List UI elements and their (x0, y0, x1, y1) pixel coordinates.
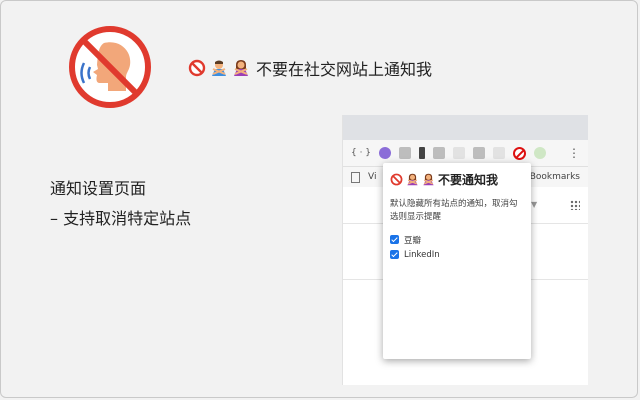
extension-icon[interactable] (453, 147, 466, 159)
extension-icon[interactable] (493, 147, 506, 159)
person-gesturing-no-woman-icon (234, 60, 248, 76)
feature-line-1: 通知设置页面 (50, 179, 147, 198)
site-label: LinkedIn (404, 249, 440, 260)
json-extension-icon[interactable]: { · } (351, 148, 371, 158)
page-icon (351, 171, 360, 183)
prohibited-icon (390, 173, 403, 186)
no-speaking-logo-icon (69, 26, 151, 108)
other-bookmarks[interactable]: r Bookmarks (523, 172, 580, 182)
popup-description: 默认隐藏所有站点的通知，取消勾选则显示提醒 (390, 199, 518, 222)
extension-icon[interactable] (433, 147, 446, 159)
site-list: 豆瓣 LinkedIn (390, 232, 524, 262)
headline: 不要在社交网站上通知我 (188, 56, 432, 80)
extension-icon[interactable] (379, 147, 392, 159)
bookmark-item[interactable]: Vi (368, 172, 376, 182)
person-gesturing-no-man-icon (212, 60, 226, 76)
site-label: 豆瓣 (404, 235, 422, 246)
feature-description: 通知设置页面 – 支持取消特定站点 (50, 174, 191, 234)
menu-dots-icon[interactable]: ⋮ (568, 146, 580, 160)
site-option-douban[interactable]: 豆瓣 (390, 232, 524, 247)
popup-title-text: 不要通知我 (438, 173, 499, 187)
person-gesturing-no-woman-icon (407, 173, 418, 186)
extension-popup: 不要通知我 默认隐藏所有站点的通知，取消勾选则显示提醒 豆瓣 LinkedIn (383, 163, 531, 359)
extension-icon[interactable] (419, 147, 426, 159)
feature-line-2: – 支持取消特定站点 (50, 209, 192, 228)
person-gesturing-no-woman-icon (423, 173, 434, 186)
browser-tab-bar (343, 115, 588, 140)
site-option-linkedin[interactable]: LinkedIn (390, 247, 524, 262)
headline-text: 不要在社交网站上通知我 (256, 60, 433, 79)
prohibited-icon (188, 59, 206, 77)
checkbox[interactable] (390, 250, 399, 259)
extension-icon[interactable] (399, 147, 412, 159)
checkbox[interactable] (390, 235, 399, 244)
extension-icon[interactable] (473, 147, 486, 159)
popup-title: 不要通知我 (390, 171, 524, 188)
apps-grid-icon[interactable] (570, 200, 580, 210)
dont-notify-extension-icon[interactable] (513, 146, 527, 160)
dropdown-caret-icon[interactable]: ▼ (531, 200, 537, 209)
profile-avatar-icon[interactable] (534, 147, 547, 159)
